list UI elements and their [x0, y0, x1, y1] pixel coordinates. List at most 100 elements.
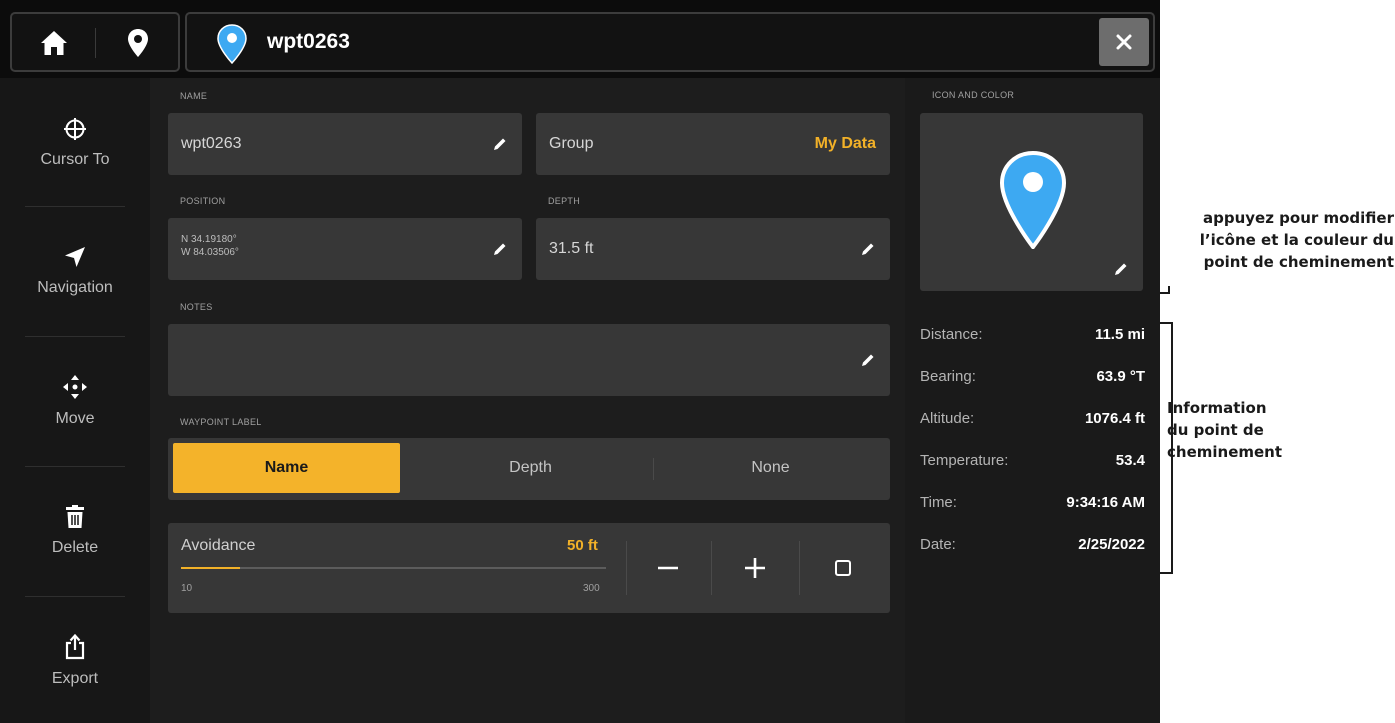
avoidance-control: Avoidance 50 ft 10 300	[168, 523, 890, 613]
position-field[interactable]: N 34.19180° W 84.03506°	[168, 218, 522, 280]
waypoint-form: NAME wpt0263 Group My Data POSITION DEPT…	[150, 78, 905, 723]
info-value: 63.9 °T	[1096, 368, 1145, 385]
icon-color-section-label: ICON AND COLOR	[932, 90, 1015, 100]
notes-section-label: NOTES	[180, 302, 213, 312]
avoidance-label: Avoidance	[181, 537, 256, 554]
info-key: Distance:	[920, 326, 983, 343]
avoidance-value: 50 ft	[567, 537, 598, 554]
info-key: Time:	[920, 494, 957, 511]
sidebar: Cursor To Navigation Move Delete Export	[0, 78, 150, 723]
notes-field[interactable]	[168, 324, 890, 396]
position-section-label: POSITION	[180, 196, 226, 206]
callout-icon-edit: appuyez pour modifier l’icône et la coul…	[1166, 207, 1394, 273]
waypoint-pin-button[interactable]	[116, 24, 160, 62]
group-value: My Data	[814, 135, 876, 152]
depth-section-label: DEPTH	[548, 196, 581, 206]
home-button[interactable]	[32, 24, 76, 62]
sidebar-item-label: Cursor To	[40, 151, 110, 168]
waypoint-pin-icon	[1000, 151, 1066, 249]
depth-field[interactable]: 31.5 ft	[536, 218, 890, 280]
info-value: 9:34:16 AM	[1066, 494, 1145, 511]
sidebar-item-label: Delete	[51, 539, 99, 556]
position-longitude: W 84.03506°	[181, 247, 239, 258]
avoidance-slider[interactable]	[181, 567, 606, 569]
callout-line-text: cheminement	[1167, 443, 1283, 461]
sidebar-item-delete[interactable]: Delete	[0, 466, 150, 596]
control-divider	[711, 541, 712, 595]
close-button[interactable]	[1099, 18, 1149, 66]
control-divider	[626, 541, 627, 595]
position-latitude: N 34.19180°	[181, 234, 237, 245]
waypoint-label-section-label: WAYPOINT LABEL	[180, 417, 262, 427]
info-bearing: Bearing: 63.9 °T	[920, 368, 1145, 388]
position-values: N 34.19180° W 84.03506°	[181, 233, 239, 259]
callout-line-text: Information	[1167, 399, 1267, 417]
info-value: 53.4	[1115, 452, 1145, 469]
pencil-icon	[494, 138, 506, 150]
pencil-icon	[862, 354, 874, 366]
increase-button[interactable]	[715, 541, 795, 595]
plus-icon	[745, 558, 765, 578]
info-key: Altitude:	[920, 410, 975, 427]
decrease-button[interactable]	[628, 541, 708, 595]
crosshair-icon	[64, 118, 86, 140]
waypoint-label-option-depth[interactable]: Depth	[418, 443, 643, 493]
sidebar-item-navigation[interactable]: Navigation	[0, 206, 150, 336]
sidebar-item-export[interactable]: Export	[0, 596, 150, 723]
callout-bracket	[1160, 572, 1172, 574]
info-key: Temperature:	[920, 452, 1009, 469]
name-section-label: NAME	[180, 91, 208, 101]
checkbox-icon	[835, 560, 851, 576]
segment-divider	[653, 458, 654, 480]
close-icon	[1116, 34, 1132, 50]
toggle-checkbox[interactable]	[803, 541, 883, 595]
sidebar-item-label: Navigation	[37, 279, 113, 296]
info-value: 2/25/2022	[1078, 536, 1145, 553]
avoidance-max: 300	[583, 583, 600, 594]
export-icon	[65, 634, 85, 660]
avoidance-slider-fill	[181, 567, 240, 569]
trash-icon	[66, 505, 84, 528]
pencil-icon	[1115, 263, 1127, 275]
callout-line-text: du point de	[1167, 421, 1264, 439]
pencil-icon	[862, 243, 874, 255]
waypoint-title: wpt0263	[267, 30, 350, 53]
waypoint-label-option-none[interactable]: None	[658, 443, 883, 493]
nav-separator	[95, 28, 96, 58]
name-field[interactable]: wpt0263	[168, 113, 522, 175]
waypoint-screen: wpt0263 Cursor To Navigation Move Delete…	[0, 0, 1160, 723]
callout-line-text: appuyez pour modifier	[1202, 209, 1394, 227]
minus-icon	[658, 566, 678, 570]
waypoint-pin-icon	[217, 24, 247, 64]
sidebar-item-label: Move	[55, 410, 95, 427]
info-date: Date: 2/25/2022	[920, 536, 1145, 556]
info-value: 11.5 mi	[1094, 326, 1145, 343]
info-altitude: Altitude: 1076.4 ft	[920, 410, 1145, 430]
info-distance: Distance: 11.5 mi	[920, 326, 1145, 346]
title-bar: wpt0263	[185, 12, 1155, 72]
waypoint-label-option-name[interactable]: Name	[173, 443, 400, 493]
sidebar-item-move[interactable]: Move	[0, 336, 150, 466]
top-bar: wpt0263	[0, 0, 1160, 78]
depth-value: 31.5 ft	[549, 240, 594, 257]
pencil-icon	[494, 243, 506, 255]
home-icon	[41, 31, 67, 55]
info-time: Time: 9:34:16 AM	[920, 494, 1145, 514]
navigation-arrow-icon	[65, 247, 85, 267]
move-icon	[63, 375, 87, 399]
waypoint-info-panel: ICON AND COLOR Distance: 11.5 mi Bearing…	[905, 78, 1160, 723]
nav-pill	[10, 12, 180, 72]
callout-line-text: l’icône et la couleur du	[1199, 231, 1394, 249]
callout-line	[1168, 286, 1170, 292]
avoidance-min: 10	[181, 583, 193, 594]
info-key: Bearing:	[920, 368, 976, 385]
info-value: 1076.4 ft	[1084, 410, 1145, 427]
icon-color-button[interactable]	[920, 113, 1143, 291]
group-field[interactable]: Group My Data	[536, 113, 890, 175]
callout-line-text: point de cheminement	[1203, 253, 1394, 271]
callout-line	[1150, 292, 1170, 294]
group-label: Group	[549, 135, 594, 152]
sidebar-item-cursor-to[interactable]: Cursor To	[0, 78, 150, 208]
control-divider	[799, 541, 800, 595]
callout-info: Information du point de cheminement	[1167, 397, 1282, 463]
